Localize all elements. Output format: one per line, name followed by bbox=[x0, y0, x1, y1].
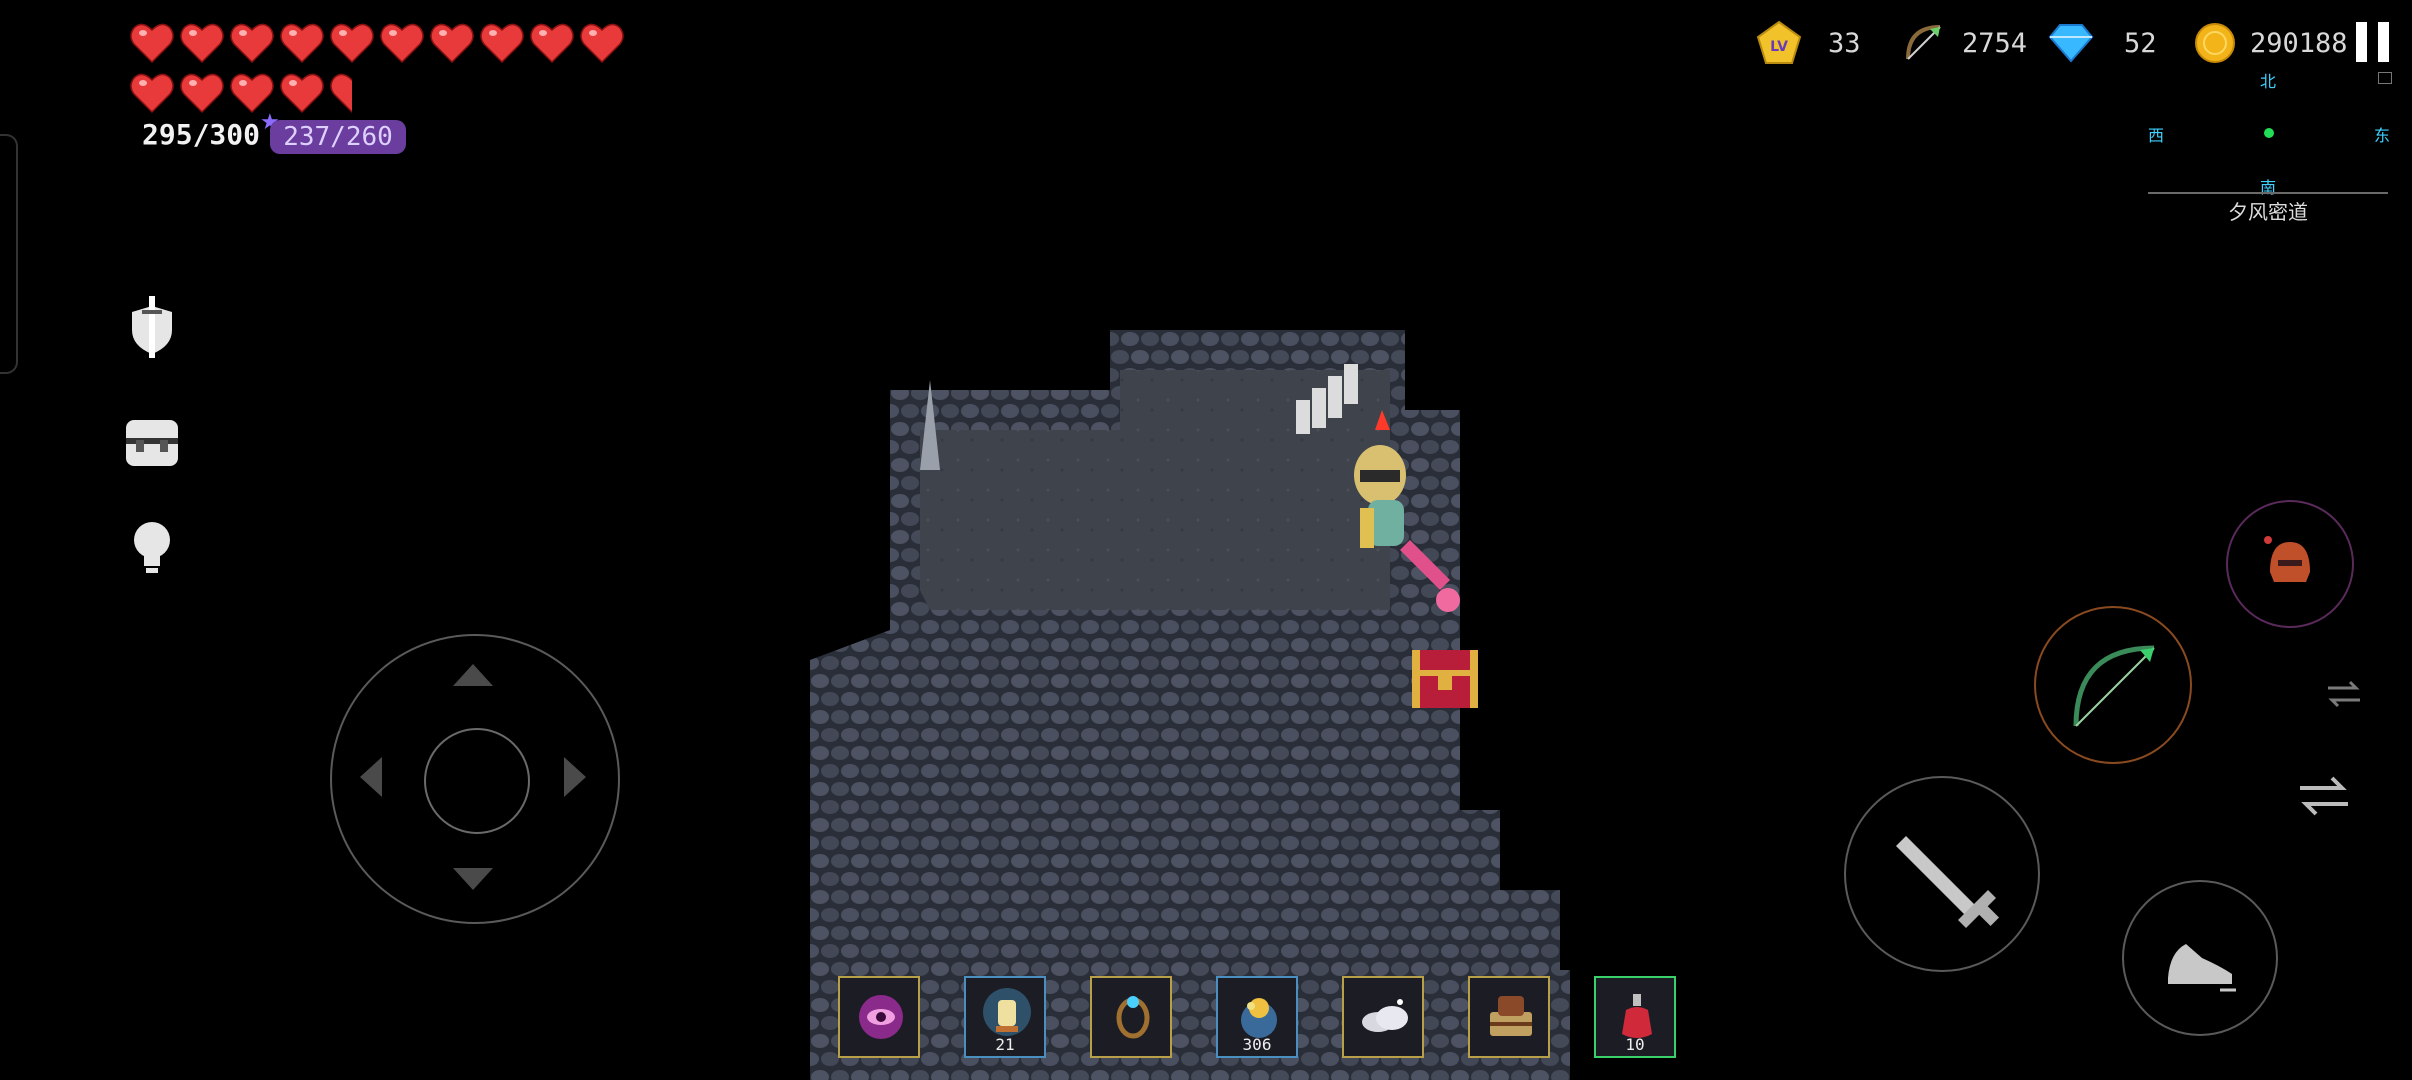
arrow-down-icon bbox=[453, 868, 493, 890]
heart-icon bbox=[378, 18, 426, 66]
sword-shield-icon bbox=[132, 296, 172, 358]
heart-icon bbox=[128, 68, 176, 116]
helmet-icon bbox=[2264, 536, 2310, 582]
mp-counter: 237/260 bbox=[270, 120, 406, 154]
hotbar-slot[interactable] bbox=[838, 976, 920, 1058]
slot-count: 306 bbox=[1242, 1035, 1272, 1054]
level-badge-icon: LV bbox=[1756, 20, 1802, 64]
minimap-player-dot bbox=[2264, 128, 2274, 138]
hotbar-slot[interactable]: 306 bbox=[1216, 976, 1298, 1058]
heart-icon bbox=[228, 68, 276, 116]
level-value: 33 bbox=[1828, 27, 1861, 59]
half-heart-icon bbox=[328, 68, 376, 116]
bow-arrow-icon bbox=[1906, 25, 1941, 60]
minimap-north: 北 bbox=[2260, 72, 2277, 91]
arrows-resource: 2754 bbox=[1900, 18, 2027, 68]
minimap-divider bbox=[2148, 192, 2388, 194]
side-drawer-handle[interactable] bbox=[0, 134, 18, 374]
gold-resource: 290188 bbox=[2194, 18, 2348, 68]
heart-icon bbox=[128, 18, 176, 66]
shoe-icon bbox=[2168, 944, 2236, 992]
hotbar-slot[interactable]: 10 bbox=[1594, 976, 1676, 1058]
minimap-east: 东 bbox=[2374, 126, 2391, 145]
zone-name: 夕风密道 bbox=[2228, 200, 2308, 224]
hp-counter: 295/300 bbox=[142, 118, 261, 151]
pause-button[interactable] bbox=[2356, 22, 2390, 62]
hotbar-slot[interactable] bbox=[1342, 976, 1424, 1058]
arrow-up-icon bbox=[453, 664, 493, 686]
dash-button[interactable] bbox=[2122, 880, 2278, 1036]
swap-small-icon[interactable] bbox=[2326, 680, 2362, 712]
heart-icon bbox=[178, 68, 226, 116]
arrow-right-icon bbox=[564, 757, 586, 797]
attack-button[interactable] bbox=[1844, 776, 2040, 972]
heart-icon bbox=[278, 68, 326, 116]
arrow-left-icon bbox=[360, 757, 382, 797]
bow-icon bbox=[2073, 645, 2155, 727]
backpack-icon bbox=[126, 420, 178, 466]
hotbar-slot[interactable] bbox=[1468, 976, 1550, 1058]
heart-icon bbox=[178, 18, 226, 66]
gold-value: 290188 bbox=[2250, 27, 2348, 59]
minimap-west: 西 bbox=[2148, 126, 2165, 145]
heart-icon bbox=[528, 18, 576, 66]
health-hearts bbox=[128, 18, 648, 118]
game-map bbox=[810, 330, 1570, 1080]
svg-text:LV: LV bbox=[1770, 39, 1788, 55]
bow-weapon-button[interactable] bbox=[2034, 606, 2192, 764]
lightbulb-icon bbox=[134, 522, 170, 573]
hint-button[interactable] bbox=[120, 516, 184, 580]
hotbar-slot[interactable] bbox=[1090, 976, 1172, 1058]
gold-coin-icon bbox=[2195, 23, 2235, 63]
hotbar-slot[interactable]: 21 bbox=[964, 976, 1046, 1058]
inventory-button[interactable] bbox=[120, 410, 184, 474]
diamond-value: 52 bbox=[2124, 27, 2157, 59]
heart-icon bbox=[428, 18, 476, 66]
minimap-collapse-icon[interactable] bbox=[2378, 72, 2392, 84]
level-resource: LV 33 bbox=[1756, 18, 1861, 68]
heart-icon bbox=[328, 18, 376, 66]
equipment-button[interactable] bbox=[120, 296, 184, 360]
sword-icon bbox=[1896, 836, 2000, 928]
heart-icon bbox=[228, 18, 276, 66]
slot-count: 10 bbox=[1625, 1035, 1645, 1054]
diamond-resource: 52 bbox=[2048, 18, 2157, 68]
arrows-value: 2754 bbox=[1962, 27, 2028, 59]
diamond-icon bbox=[2048, 24, 2094, 63]
joystick-arrows bbox=[360, 664, 586, 890]
heart-icon bbox=[578, 18, 626, 66]
heart-icon bbox=[278, 18, 326, 66]
helmet-skill-button[interactable] bbox=[2226, 500, 2354, 628]
swap-weapon-icon[interactable] bbox=[2298, 776, 2350, 820]
minimap-south: 南 bbox=[2260, 178, 2277, 197]
slot-count: 21 bbox=[995, 1035, 1015, 1054]
heart-icon bbox=[478, 18, 526, 66]
